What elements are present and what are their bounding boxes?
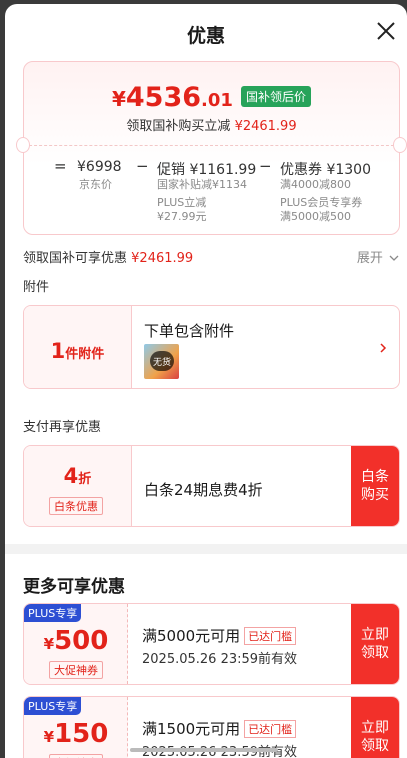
coupon-discount: 优惠券 ¥1300 [280,162,371,178]
promo-line: 国家补贴减¥1134 [157,178,247,191]
subsidy-row: 领取国补可享优惠 ¥2461.99 [23,247,193,266]
coupon-value-cell: PLUS专享 ¥150 大促神券 [24,697,128,758]
coupon-expiry: 2025.05.26 23:59前有效 [142,652,298,667]
more-offers-title: 更多可享优惠 [23,577,125,597]
subsidy-row-amount: ¥2461.99 [131,251,194,266]
baitiao-card: 4折 白条优惠 白条24期息费4折 白条 购买 [23,445,400,527]
price-integer: 4536 [125,82,202,113]
sheet-title: 优惠 [186,25,225,47]
divider [24,145,399,146]
coupon-line: 满4000减800 [280,178,351,191]
accessory-title: 下单包含附件 [144,322,235,340]
final-price-card: ¥4536.01 国补领后价 领取国补购买立减 ¥2461.99 = ¥6998… [16,61,407,235]
claim-coupon-button[interactable]: 立即 领取 [351,604,399,684]
coupon-type: 大促神券 [49,661,103,679]
subsidy-row-label: 领取国补可享优惠 [23,251,128,266]
accessory-card[interactable]: 1件附件 下单包含附件 无货 [23,305,400,389]
minus-operator: − [259,157,272,175]
close-icon[interactable] [375,20,397,42]
card-notch-left [16,137,30,153]
coupon-value-cell: PLUS专享 ¥500 大促神券 [24,604,128,684]
coupon-currency: ¥ [43,728,55,746]
coupon-condition: 满1500元可用 已达门槛 [142,718,297,739]
equals-operator: = [54,157,67,175]
baitiao-desc: 白条24期息费4折 [144,481,263,499]
coupon-currency: ¥ [43,635,55,653]
threshold-met-badge: 已达门槛 [244,720,297,738]
coupon-amount: ¥150 [24,719,128,749]
coupon-type: 大促神券 [49,754,103,758]
minus-operator: − [136,157,149,175]
promo-line: ¥27.99元 [157,210,207,223]
section-separator [5,544,407,554]
sheet-header: 优惠 [5,4,407,56]
baitiao-discount-unit: 折 [78,472,92,487]
chevron-down-icon [389,255,399,261]
accessory-thumbnail: 无货 [144,344,179,379]
coupon-condition-text: 满5000元可用 [142,627,241,645]
coupon-amount-value: 500 [54,626,109,656]
baitiao-discount-cell: 4折 白条优惠 [24,446,132,526]
final-price: ¥4536.01 国补领后价 [24,82,399,113]
discount-sheet: 优惠 ¥4536.01 国补领后价 领取国补购买立减 ¥2461.99 = ¥6… [5,4,407,758]
claim-coupon-button[interactable]: 立即 领取 [351,697,399,758]
subsidy-saving-amount: ¥2461.99 [234,119,297,134]
card-notch-right [393,137,407,153]
accessory-section-label: 附件 [23,280,50,295]
payment-section-label: 支付再享优惠 [23,420,102,435]
accessory-count-cell: 1件附件 [24,306,132,388]
home-indicator[interactable] [130,748,278,752]
base-price-label: 京东价 [79,178,112,191]
out-of-stock-badge: 无货 [150,351,174,371]
chevron-right-icon [380,343,387,353]
coupon-condition-text: 满1500元可用 [142,720,241,738]
plus-exclusive-tag: PLUS专享 [24,604,82,622]
expand-button[interactable]: 展开 [357,247,399,266]
plus-exclusive-tag: PLUS专享 [24,697,82,715]
accessory-count-unit: 件附件 [65,347,105,362]
subsidy-saving-line: 领取国补购买立减 ¥2461.99 [24,115,399,134]
baitiao-discount-value: 4 [63,464,79,488]
coupon-card: PLUS专享 ¥500 大促神券 满5000元可用 已达门槛 2025.05.26… [23,603,400,685]
threshold-met-badge: 已达门槛 [244,627,297,645]
promo-discount: 促销 ¥1161.99 [157,162,257,178]
price-currency: ¥ [111,87,126,111]
price-decimal: .01 [201,90,233,111]
promo-line: PLUS立减 [157,196,207,209]
accessory-count: 1 [50,339,66,363]
subsidy-price-tag: 国补领后价 [241,86,312,107]
expand-label: 展开 [356,251,383,266]
coupon-line: PLUS会员专享券 [280,196,363,209]
coupon-amount-value: 150 [54,719,109,749]
baitiao-buy-button[interactable]: 白条 购买 [351,446,399,526]
baitiao-tag: 白条优惠 [49,497,103,515]
coupon-amount: ¥500 [24,626,128,656]
coupon-condition: 满5000元可用 已达门槛 [142,625,297,646]
subsidy-saving-label: 领取国补购买立减 [126,119,231,134]
base-price: ¥6998 [77,159,122,175]
coupon-line: 满5000减500 [280,210,351,223]
